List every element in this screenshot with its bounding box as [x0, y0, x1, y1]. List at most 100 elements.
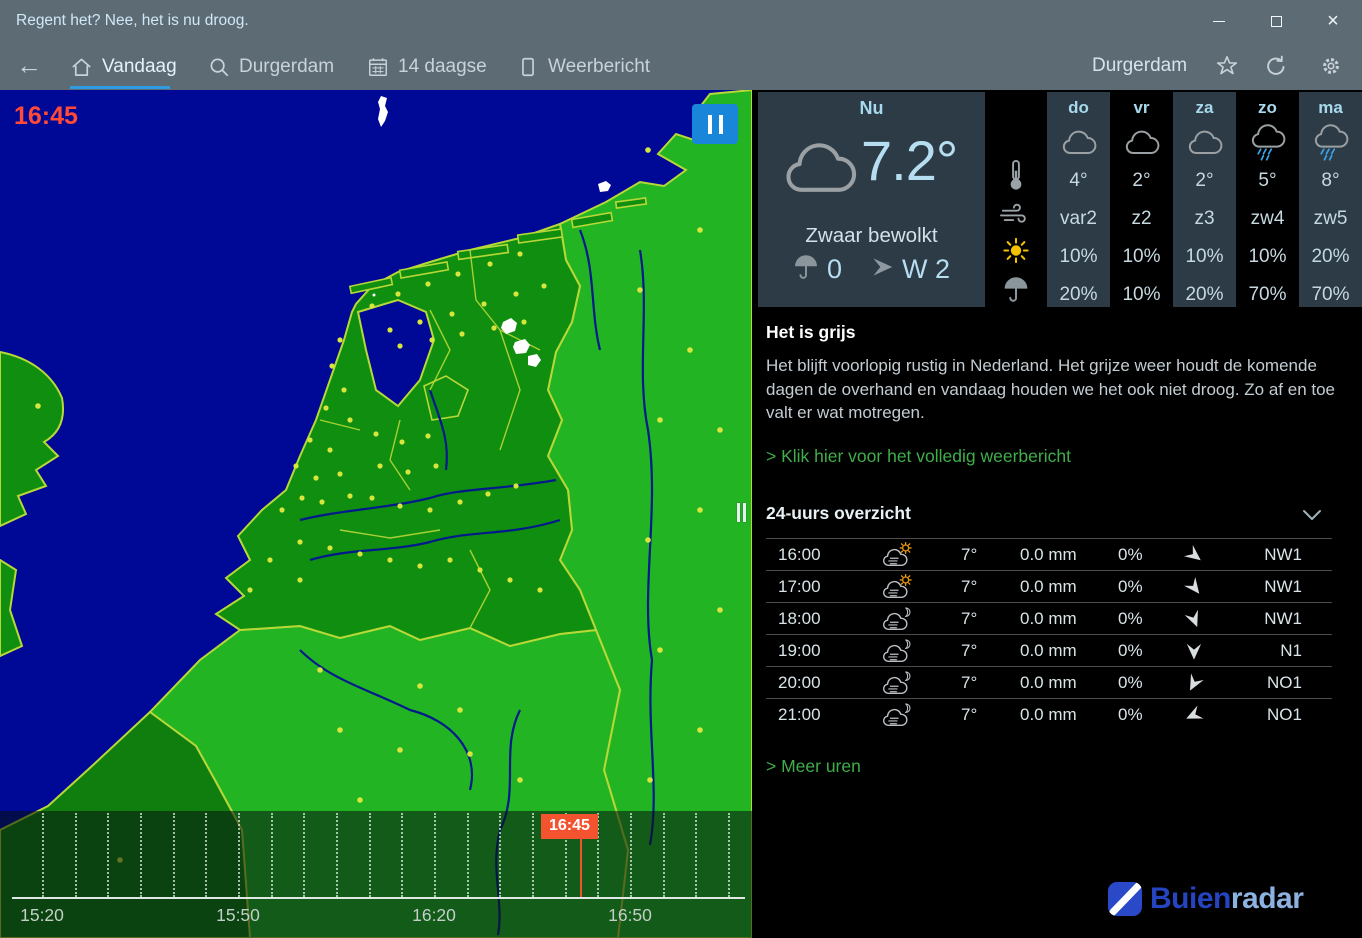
cloud-icon [1173, 122, 1236, 162]
hour-wind: NW1 [1264, 577, 1302, 596]
refresh-icon[interactable] [1264, 54, 1288, 78]
back-button[interactable]: ← [16, 50, 42, 80]
wind-direction-arrow-icon [1184, 705, 1204, 737]
day-sun-pct: 10% [1185, 246, 1224, 267]
tab-label: 14 daagse [398, 56, 487, 77]
timeline-marker-line [580, 839, 582, 897]
document-icon [517, 56, 539, 78]
current-precip-wind-row: 0 W 2 [758, 254, 985, 285]
hour-time: 20:00 [778, 673, 821, 692]
day-rain-pct: 20% [1059, 284, 1098, 305]
day-label: do [1068, 98, 1089, 117]
calendar-icon [367, 56, 389, 78]
hour-precip: 0.0 mm [1020, 577, 1077, 596]
day-wind: z3 [1194, 208, 1215, 229]
timeline-marker-badge[interactable]: 16:45 [541, 814, 598, 839]
day-label: ma [1318, 98, 1343, 117]
maximize-icon [1270, 15, 1282, 27]
timeline-label: 16:20 [412, 905, 456, 925]
hour-row: 21:00 7° 0.0 mm 0% NO1 [766, 698, 1332, 730]
rain-cloud-icon [1299, 122, 1362, 162]
hour-temp: 7° [961, 577, 978, 596]
hour-chance: 0% [1118, 577, 1143, 596]
close-button[interactable]: × [1310, 0, 1356, 42]
maximize-button[interactable] [1253, 0, 1299, 42]
hour-chance: 0% [1118, 609, 1143, 628]
hour-row: 17:00 7° 0.0 mm 0% NW1 [766, 570, 1332, 602]
day-sun-pct: 10% [1122, 246, 1161, 267]
radar-map-pane: 16:45 15:20 15:50 16:20 16:50 16:45 [0, 90, 752, 938]
minimize-button[interactable] [1196, 0, 1242, 42]
hour-row: 18:00 7° 0.0 mm 0% NW1 [766, 602, 1332, 634]
hour-time: 16:00 [778, 545, 821, 564]
home-icon [70, 56, 93, 79]
tab-search-location[interactable]: Durgerdam [208, 52, 334, 82]
pause-icon [707, 114, 712, 134]
hour-temp: 7° [961, 641, 978, 660]
minimize-icon [1213, 20, 1225, 22]
hours-table: 16:00 7° 0.0 mm 0% NW1 17:00 7° 0.0 mm 0… [766, 538, 1332, 730]
sun-icon [1003, 238, 1029, 269]
tab-vandaag[interactable]: Vandaag [70, 52, 177, 82]
hour-precip: 0.0 mm [1020, 641, 1077, 660]
forecast-day-vr[interactable]: vr 2° z2 10% 10% [1110, 92, 1173, 307]
pause-button[interactable] [692, 104, 738, 144]
day-temp: 8° [1321, 170, 1340, 191]
hour-wind: N1 [1280, 641, 1302, 660]
umbrella-icon [793, 254, 819, 285]
more-hours-link[interactable]: > Meer uren [766, 756, 861, 777]
cloud-icon [1047, 122, 1110, 162]
chevron-down-icon[interactable] [1302, 508, 1322, 526]
day-rain-pct: 10% [1122, 284, 1161, 305]
hour-temp: 7° [961, 609, 978, 628]
hour-row: 16:00 7° 0.0 mm 0% NW1 [766, 538, 1332, 570]
forecast-day-do[interactable]: do 4° var2 10% 20% [1047, 92, 1110, 307]
current-location-label: Durgerdam [1092, 55, 1188, 76]
tab-14-daagse[interactable]: 14 daagse [367, 52, 487, 82]
day-rain-pct: 70% [1248, 284, 1287, 305]
umbrella-icon [1003, 276, 1030, 308]
day-label: za [1195, 98, 1214, 117]
day-temp: 2° [1195, 170, 1214, 191]
day-wind: zw4 [1250, 208, 1285, 229]
tab-weerbericht[interactable]: Weerbericht [517, 52, 650, 82]
timeline-scrubber[interactable]: 15:20 15:50 16:20 16:50 16:45 [0, 811, 752, 938]
hour-precip: 0.0 mm [1020, 673, 1077, 692]
full-report-link[interactable]: > Klik hier voor het volledig weerberich… [766, 446, 1071, 467]
tab-label: Weerbericht [548, 56, 651, 77]
hour-temp: 7° [961, 705, 978, 724]
day-rain-pct: 20% [1185, 284, 1224, 305]
hour-row: 20:00 7° 0.0 mm 0% NO1 [766, 666, 1332, 698]
tab-label: Vandaag [102, 56, 177, 77]
hour-wind: NO1 [1267, 673, 1302, 692]
weather-panel: Nu 7.2° Zwaar bewolkt 0 W 2 do 4° var2 1… [752, 90, 1362, 938]
hour-precip: 0.0 mm [1020, 609, 1077, 628]
favorite-star-icon[interactable] [1215, 54, 1239, 78]
day-wind: var2 [1060, 208, 1097, 229]
logo-text-buien: Buien [1150, 882, 1231, 915]
day-temp: 5° [1258, 170, 1277, 191]
day-sun-pct: 20% [1311, 246, 1350, 267]
moon-cloud-icon [880, 702, 915, 734]
day-temp: 2° [1132, 170, 1151, 191]
hour-wind: NW1 [1264, 545, 1302, 564]
hour-temp: 7° [961, 545, 978, 564]
current-condition: Zwaar bewolkt [805, 224, 938, 247]
forecast-day-zo[interactable]: zo 5° zw4 10% 70% [1236, 92, 1299, 307]
timeline-axis [12, 897, 745, 899]
hour-wind: NW1 [1264, 609, 1302, 628]
hours-heading: 24-uurs overzicht [766, 503, 911, 523]
radar-timestamp: 16:45 [14, 102, 78, 130]
window-title: Regent het? Nee, het is nu droog. [16, 12, 249, 29]
forecast-day-ma[interactable]: ma 8° zw5 20% 70% [1299, 92, 1362, 307]
forecast-day-za[interactable]: za 2° z3 10% 20% [1173, 92, 1236, 307]
day-label: vr [1133, 98, 1150, 117]
hour-time: 21:00 [778, 705, 821, 724]
report-body: Het blijft voorlopig rustig in Nederland… [766, 356, 1336, 422]
logo-text-radar: radar [1230, 882, 1304, 915]
pane-splitter-handle[interactable] [737, 503, 746, 522]
settings-gear-icon[interactable] [1319, 54, 1343, 78]
current-precipitation: 0 [826, 254, 842, 284]
hour-row: 19:00 7° 0.0 mm 0% N1 [766, 634, 1332, 666]
buienradar-logo: Buienradar [1108, 882, 1304, 916]
